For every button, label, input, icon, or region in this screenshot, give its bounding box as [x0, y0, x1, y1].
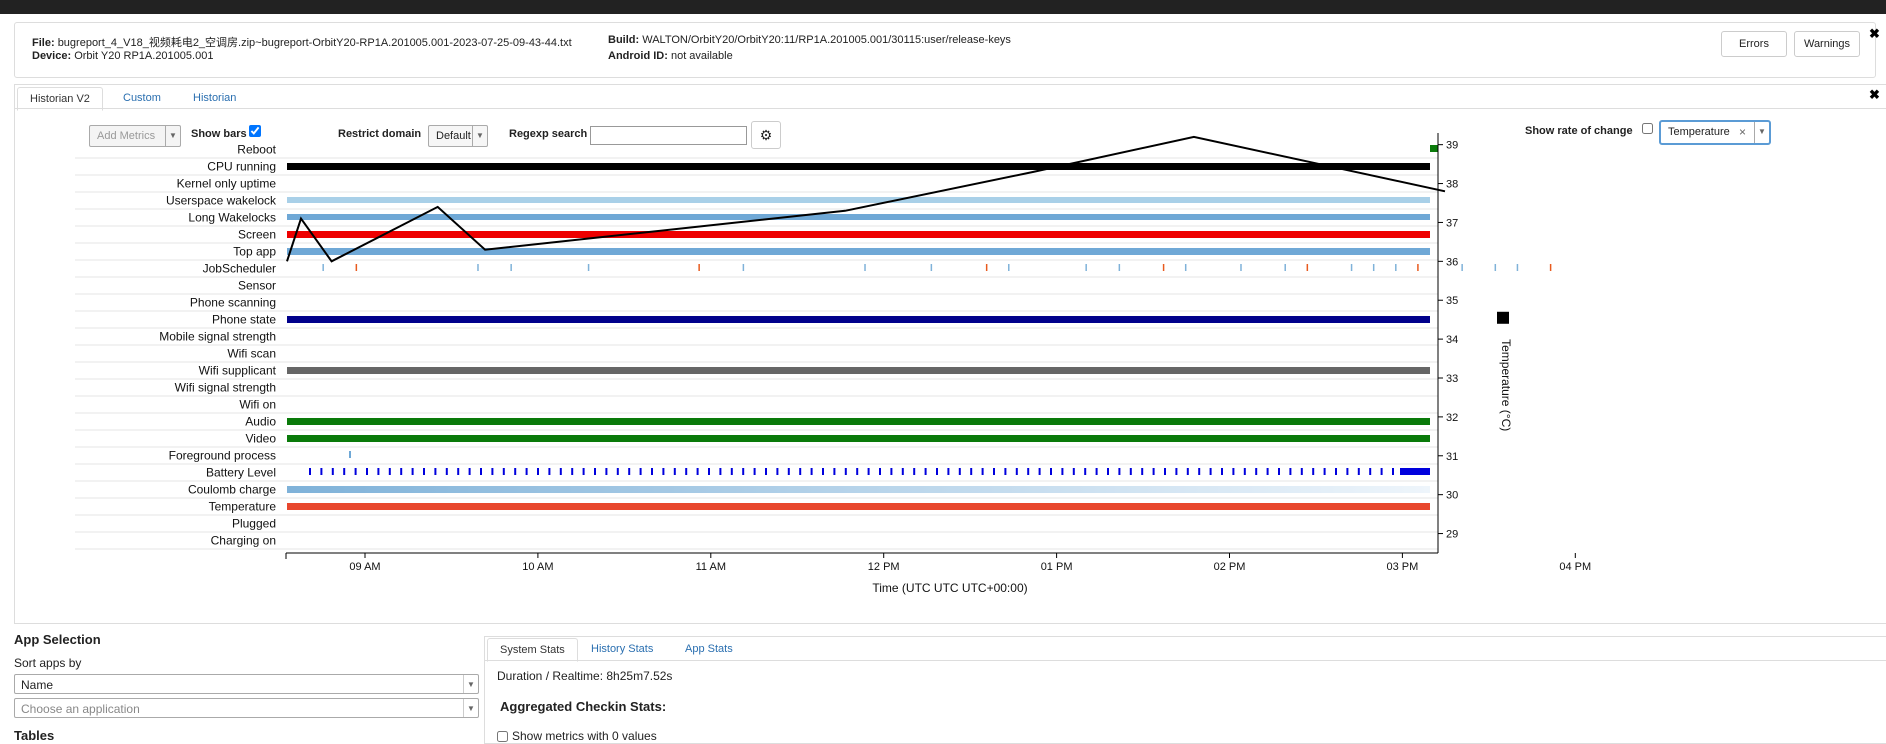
- bar-temperature: [287, 503, 1430, 510]
- stats-tab-divider: [485, 660, 1886, 661]
- show-zero-row: Show metrics with 0 values: [497, 729, 657, 743]
- android-id-info: Android ID: not available: [608, 50, 733, 62]
- x-tick-label: 04 PM: [1559, 561, 1591, 573]
- device-label: Device:: [32, 50, 72, 62]
- row-label-phone-state: Phone state: [212, 313, 276, 327]
- row-label-temperature: Temperature: [209, 500, 277, 514]
- file-value: bugreport_4_V18_视频耗电2_空调房.zip~bugreport-…: [57, 37, 572, 49]
- row-label-phone-scanning: Phone scanning: [190, 296, 276, 310]
- choose-application-select[interactable]: Choose an application ▼: [14, 698, 479, 718]
- row-label-wifi-signal-strength: Wifi signal strength: [175, 381, 276, 395]
- show-zero-checkbox[interactable]: [497, 731, 508, 743]
- row-label-top-app: Top app: [233, 245, 276, 259]
- x-tick-label: 02 PM: [1214, 561, 1246, 573]
- close-file-panel-icon[interactable]: ✖: [1868, 27, 1881, 40]
- android-id-value: not available: [670, 50, 733, 62]
- bar-top-app: [287, 248, 1430, 255]
- stats-panel: System Stats History Stats App Stats Dur…: [484, 636, 1886, 744]
- build-info: Build: WALTON/OrbitY20/OrbitY20:11/RP1A.…: [608, 34, 1011, 46]
- battery-level-dense: [1400, 468, 1430, 475]
- y2-tick-label: 37: [1446, 217, 1458, 229]
- row-label-kernel-only-uptime: Kernel only uptime: [177, 177, 277, 191]
- x-tick-label: 12 PM: [868, 561, 900, 573]
- y2-tick-label: 29: [1446, 529, 1458, 541]
- tab-system-stats[interactable]: System Stats: [487, 638, 578, 662]
- x-axis-label: Time (UTC UTC UTC+00:00): [872, 581, 1027, 595]
- row-label-jobscheduler: JobScheduler: [203, 262, 276, 276]
- device-info: Device: Orbit Y20 RP1A.201005.001: [32, 50, 213, 62]
- tab-history-stats[interactable]: History Stats: [579, 638, 665, 660]
- bar-audio: [287, 418, 1430, 425]
- row-label-wifi-on: Wifi on: [239, 398, 276, 412]
- x-tick-label: 10 AM: [522, 561, 553, 573]
- y2-tick-label: 32: [1446, 412, 1458, 424]
- bar-video: [287, 435, 1430, 442]
- sort-apps-value: Name: [21, 678, 54, 692]
- row-label-video: Video: [246, 432, 277, 446]
- x-tick-label: 03 PM: [1387, 561, 1419, 573]
- tables-title: Tables: [14, 728, 55, 743]
- file-info: File: bugreport_4_V18_视频耗电2_空调房.zip~bugr…: [32, 34, 572, 50]
- row-label-screen: Screen: [238, 228, 276, 242]
- android-id-label: Android ID:: [608, 50, 668, 62]
- x-tick-label: 11 AM: [696, 561, 726, 573]
- bar-reboot: [1430, 145, 1438, 152]
- row-label-battery-level: Battery Level: [206, 466, 276, 480]
- x-tick-label: 01 PM: [1041, 561, 1073, 573]
- timeline-chart: Reboot CPU running Kernel only uptime Users…: [75, 133, 1591, 595]
- file-info-panel: File: bugreport_4_V18_视频耗电2_空调房.zip~bugr…: [14, 22, 1880, 78]
- historian-panel: Historian V2 Custom Historian ✖ Add Metr…: [14, 84, 1886, 624]
- duration-text: Duration / Realtime: 8h25m7.52s: [497, 669, 673, 683]
- y2-tick-label: 34: [1446, 334, 1458, 346]
- choose-application-placeholder: Choose an application: [21, 702, 140, 716]
- legend-square-icon: [1497, 311, 1509, 324]
- y2-tick-label: 38: [1446, 179, 1458, 191]
- row-label-reboot: Reboot: [237, 143, 276, 157]
- row-label-mobile-signal-strength: Mobile signal strength: [159, 330, 276, 344]
- aggregated-stats-title: Aggregated Checkin Stats:: [500, 699, 667, 714]
- row-label-foreground-process: Foreground process: [169, 449, 276, 463]
- y2-tick-label: 35: [1446, 295, 1458, 307]
- y2-tick-label: 31: [1446, 451, 1458, 463]
- bar-long-wakelocks: [287, 214, 1430, 220]
- row-label-wifi-scan: Wifi scan: [227, 347, 276, 361]
- x-tick-label: 09 AM: [349, 561, 380, 573]
- row-label-cpu-running: CPU running: [207, 160, 276, 174]
- row-label-audio: Audio: [245, 415, 276, 429]
- row-label-plugged: Plugged: [232, 517, 276, 531]
- y2-tick-label: 30: [1446, 490, 1458, 502]
- show-zero-label: Show metrics with 0 values: [512, 729, 657, 743]
- tab-app-stats[interactable]: App Stats: [673, 638, 745, 660]
- sort-apps-label: Sort apps by: [14, 656, 82, 670]
- build-label: Build:: [608, 34, 640, 46]
- row-label-long-wakelocks: Long Wakelocks: [188, 211, 276, 225]
- bar-cpu-running: [287, 163, 1430, 170]
- bar-phone-state: [287, 316, 1430, 323]
- file-label: File:: [32, 37, 55, 49]
- warnings-button[interactable]: Warnings: [1794, 31, 1860, 57]
- build-value: WALTON/OrbitY20/OrbitY20:11/RP1A.201005.…: [642, 34, 1011, 46]
- sort-apps-select[interactable]: Name ▼: [14, 674, 479, 694]
- app-selection-title: App Selection: [14, 632, 101, 647]
- y2-tick-label: 36: [1446, 256, 1458, 268]
- row-label-wifi-supplicant: Wifi supplicant: [199, 364, 277, 378]
- row-label-charging-on: Charging on: [211, 534, 276, 548]
- bar-userspace-wakelock: [287, 197, 1430, 203]
- chevron-down-icon: ▼: [463, 675, 478, 693]
- errors-button[interactable]: Errors: [1721, 31, 1787, 57]
- row-label-sensor: Sensor: [238, 279, 276, 293]
- y2-axis-label: Temperature (°C): [1499, 339, 1513, 431]
- row-label-userspace-wakelock: Userspace wakelock: [166, 194, 277, 208]
- row-label-coulomb-charge: Coulomb charge: [188, 483, 276, 497]
- chevron-down-icon: ▼: [463, 699, 478, 717]
- bar-wifi-supplicant: [287, 367, 1430, 374]
- y2-tick-label: 39: [1446, 140, 1458, 152]
- bar-coulomb-charge: [287, 486, 1430, 493]
- device-value: Orbit Y20 RP1A.201005.001: [74, 50, 214, 62]
- top-nav-bar: [0, 0, 1886, 14]
- y2-tick-label: 33: [1446, 373, 1458, 385]
- bar-screen: [287, 231, 1430, 238]
